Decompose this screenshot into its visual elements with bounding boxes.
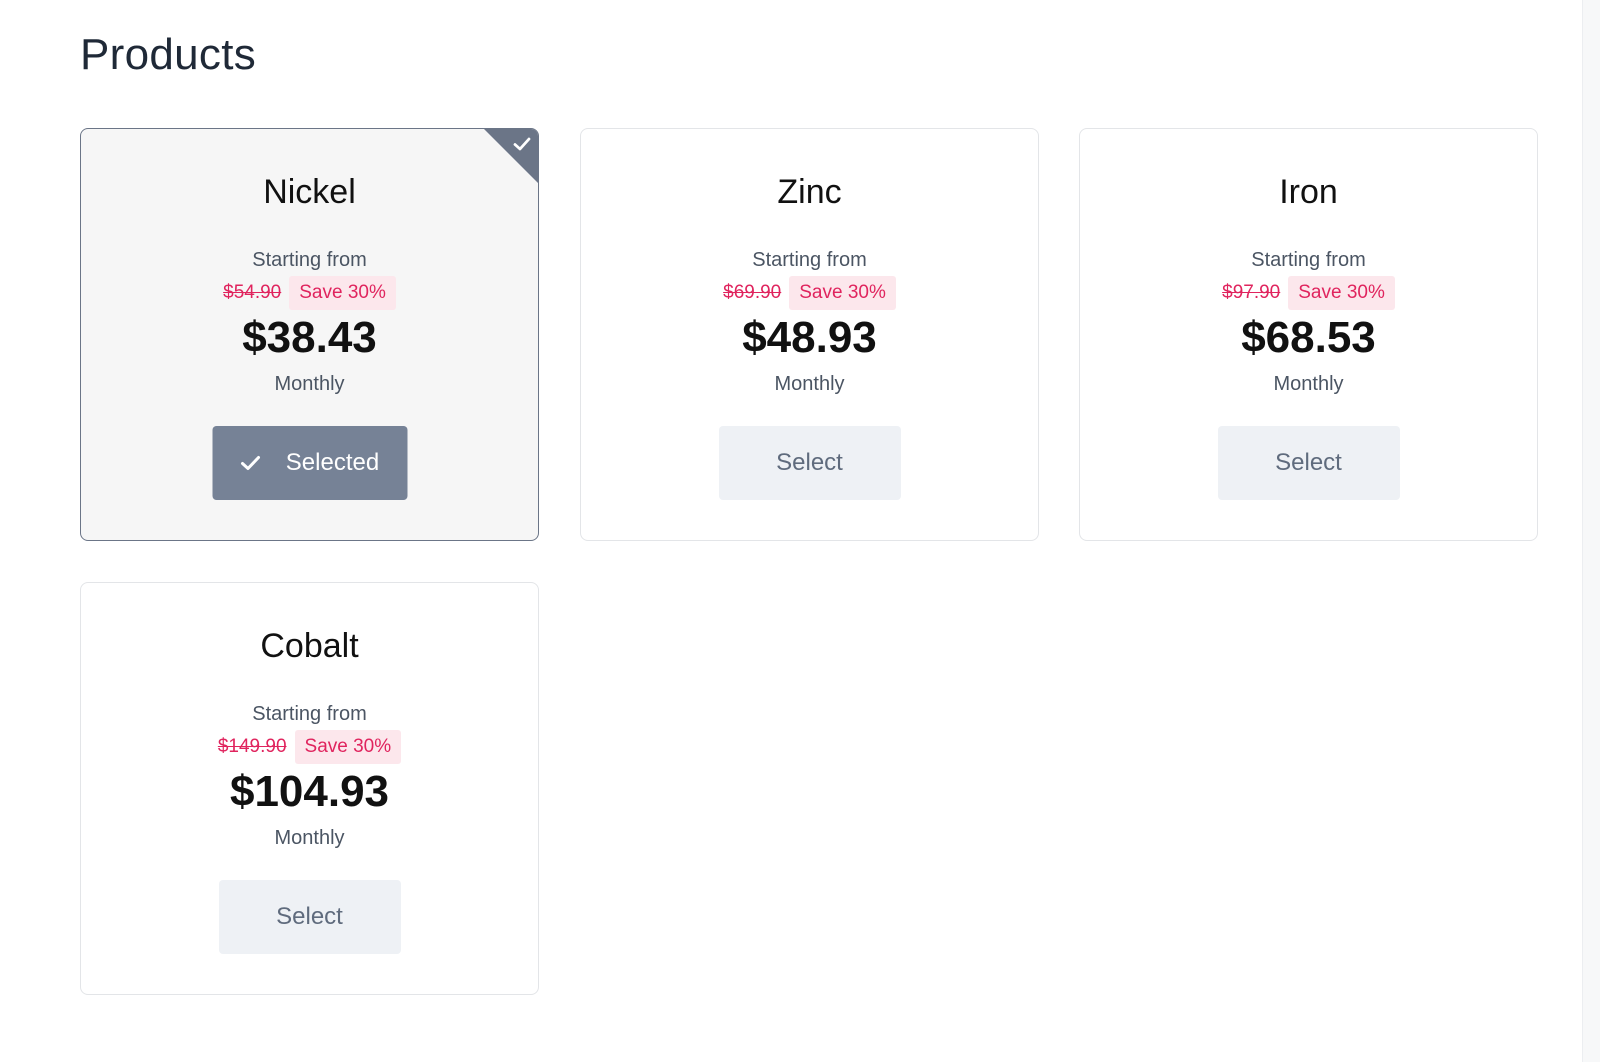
selected-button[interactable]: Selected <box>212 426 407 500</box>
current-price: $68.53 <box>1241 313 1376 362</box>
product-card-cobalt[interactable]: Cobalt Starting from $149.90 Save 30% $1… <box>80 582 539 995</box>
products-page: Products Nickel Starting from $54.90 Sav… <box>0 0 1600 1062</box>
old-price: $54.90 <box>223 282 282 303</box>
save-badge: Save 30% <box>289 276 396 310</box>
product-name: Iron <box>1279 173 1338 211</box>
product-name: Cobalt <box>260 627 359 665</box>
product-card-zinc[interactable]: Zinc Starting from $69.90 Save 30% $48.9… <box>580 128 1039 541</box>
discount-row: $149.90 Save 30% <box>81 729 538 765</box>
save-badge: Save 30% <box>789 276 896 310</box>
discount-row: $97.90 Save 30% <box>1080 275 1537 311</box>
old-price: $149.90 <box>217 736 287 757</box>
product-card-nickel[interactable]: Nickel Starting from $54.90 Save 30% $38… <box>80 128 539 541</box>
scrollbar-track[interactable] <box>1582 0 1600 1062</box>
product-card-iron[interactable]: Iron Starting from $97.90 Save 30% $68.5… <box>1079 128 1538 541</box>
check-icon <box>241 456 261 470</box>
select-button[interactable]: Select <box>718 426 901 500</box>
check-icon <box>513 137 531 151</box>
product-name: Zinc <box>777 173 842 211</box>
product-name: Nickel <box>263 173 356 211</box>
select-button[interactable]: Select <box>218 880 401 954</box>
old-price: $97.90 <box>1222 282 1281 303</box>
current-price: $38.43 <box>242 313 377 362</box>
save-badge: Save 30% <box>1288 276 1395 310</box>
billing-period: Monthly <box>774 373 845 395</box>
select-button[interactable]: Select <box>1217 426 1400 500</box>
billing-period: Monthly <box>274 827 345 849</box>
current-price: $104.93 <box>229 767 390 816</box>
billing-period: Monthly <box>274 373 345 395</box>
starting-from-label: Starting from <box>252 249 367 271</box>
old-price: $69.90 <box>723 282 782 303</box>
selected-button-label: Selected <box>285 449 380 476</box>
starting-from-label: Starting from <box>252 703 367 725</box>
current-price: $48.93 <box>742 313 877 362</box>
save-badge: Save 30% <box>294 730 402 764</box>
discount-row: $69.90 Save 30% <box>581 275 1038 311</box>
billing-period: Monthly <box>1273 373 1344 395</box>
page-title: Products <box>80 30 257 79</box>
discount-row: $54.90 Save 30% <box>81 275 538 311</box>
starting-from-label: Starting from <box>752 249 867 271</box>
starting-from-label: Starting from <box>1251 249 1366 271</box>
